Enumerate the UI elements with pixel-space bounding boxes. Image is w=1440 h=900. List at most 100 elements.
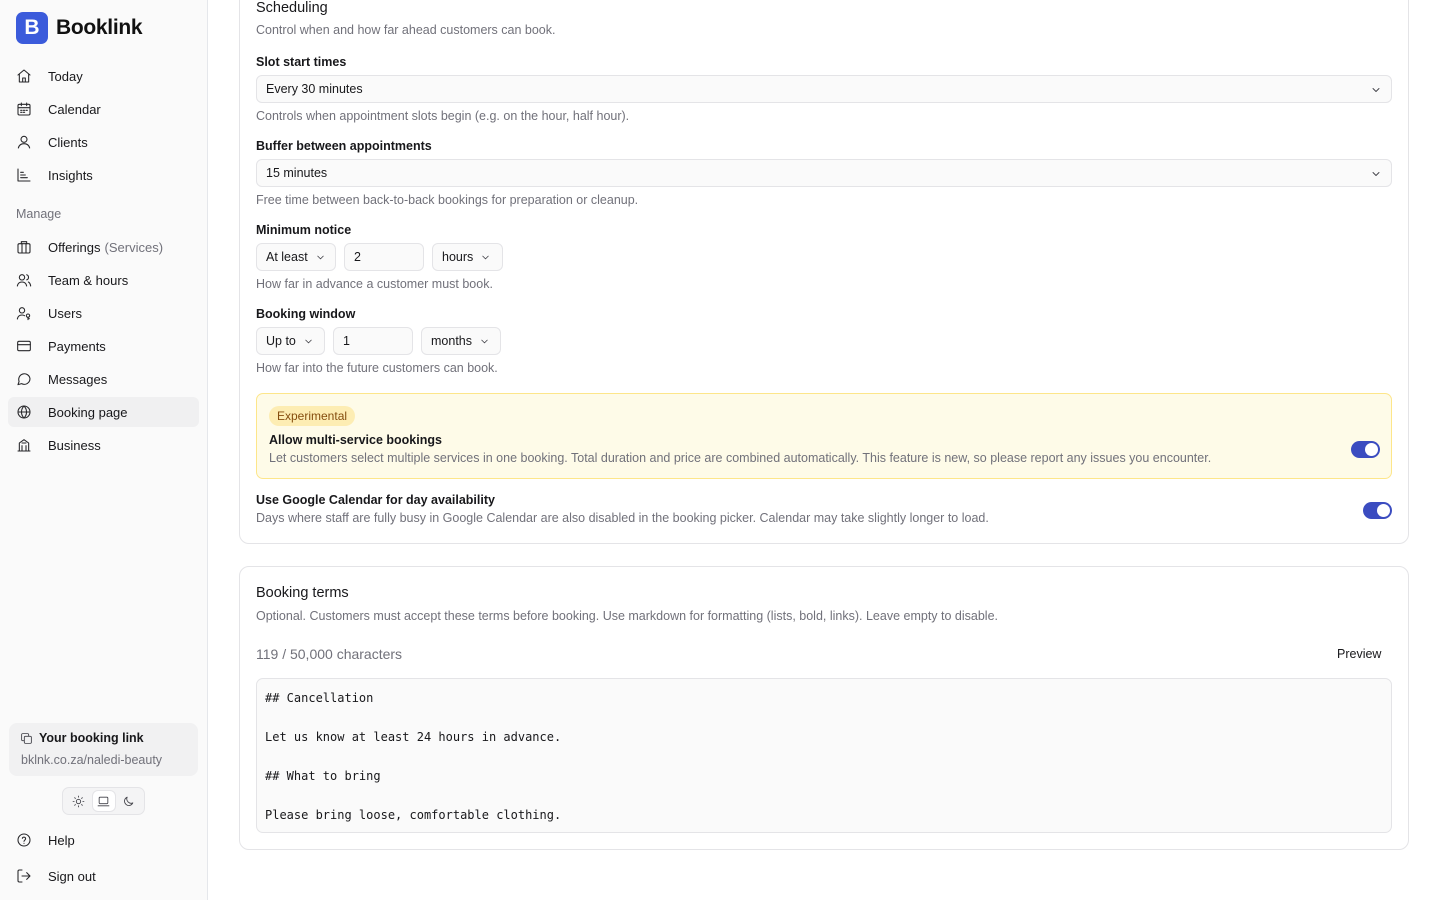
booking-terms-description: Optional. Customers must accept these te… xyxy=(256,609,998,623)
nav-label: Booking page xyxy=(48,404,128,420)
nav-label: Messages xyxy=(48,371,108,387)
theme-light-button[interactable] xyxy=(68,791,90,811)
terms-line xyxy=(265,748,1383,768)
message-icon xyxy=(16,371,32,387)
laptop-icon xyxy=(97,796,110,806)
booking-link-title: Your booking link xyxy=(39,731,144,745)
brand[interactable]: B Booklink xyxy=(16,12,143,44)
chevron-down-icon xyxy=(480,252,491,263)
booking-link-url[interactable]: bklnk.co.za/naledi-beauty xyxy=(21,753,162,767)
booking-terms-title: Booking terms xyxy=(256,585,349,601)
slot-start-label: Slot start times xyxy=(256,55,347,69)
nav-item-calendar[interactable]: Calendar xyxy=(8,94,199,124)
sign-out-icon xyxy=(16,868,32,884)
manage-section-title: Manage xyxy=(16,207,62,221)
help-circle-icon xyxy=(16,832,32,848)
home-icon xyxy=(16,68,32,84)
chevron-down-icon xyxy=(315,252,326,263)
booking-link-card[interactable]: Your booking link bklnk.co.za/naledi-bea… xyxy=(9,723,198,776)
terms-line: ## What to bring xyxy=(265,769,381,783)
theme-switch xyxy=(62,787,145,815)
nav-item-team-hours[interactable]: Team & hours xyxy=(8,265,199,295)
booking-terms-textarea[interactable]: ## Cancellation Let us know at least 24 … xyxy=(256,678,1392,833)
booking-window-qualifier: Up to xyxy=(266,334,296,348)
chevron-down-icon xyxy=(479,336,490,347)
experimental-badge: Experimental xyxy=(269,406,356,426)
google-calendar-help: Days where staff are fully busy in Googl… xyxy=(256,511,989,525)
toggle-knob xyxy=(1377,504,1390,517)
preview-button[interactable]: Preview xyxy=(1329,643,1389,665)
buffer-label: Buffer between appointments xyxy=(256,139,432,153)
brand-logo: B xyxy=(16,12,48,44)
min-notice-unit: hours xyxy=(442,250,474,264)
copy-icon[interactable] xyxy=(20,732,33,745)
globe-icon xyxy=(16,404,32,420)
nav-label: Insights xyxy=(48,167,93,183)
nav-label: Users xyxy=(48,305,82,321)
nav-item-offerings[interactable]: Offerings (Services) xyxy=(8,232,199,262)
nav-label: Sign out xyxy=(48,868,96,884)
nav-item-sign-out[interactable]: Sign out xyxy=(8,861,199,891)
user-key-icon xyxy=(16,305,32,321)
chart-icon xyxy=(16,167,32,183)
booking-window-qualifier-select[interactable]: Up to xyxy=(256,327,325,355)
buffer-select[interactable]: 15 minutes xyxy=(256,159,1392,187)
multi-service-help: Let customers select multiple services i… xyxy=(269,451,1212,465)
calendar-icon xyxy=(16,101,32,117)
slot-start-select[interactable]: Every 30 minutes xyxy=(256,75,1392,103)
nav-item-payments[interactable]: Payments xyxy=(8,331,199,361)
nav-label: Clients xyxy=(48,134,88,150)
booking-window-unit-select[interactable]: months xyxy=(421,327,501,355)
brand-name: Booklink xyxy=(56,16,143,39)
nav-item-clients[interactable]: Clients xyxy=(8,127,199,157)
scheduling-title: Scheduling xyxy=(256,0,328,16)
chevron-down-icon xyxy=(303,336,314,347)
terms-line: ## Cancellation xyxy=(265,691,374,705)
multi-service-toggle[interactable] xyxy=(1351,441,1380,458)
terms-line xyxy=(265,709,1383,729)
min-notice-amount-input[interactable] xyxy=(344,243,424,271)
sidebar: B Booklink Today Calendar Clients Insigh… xyxy=(0,0,208,900)
multi-service-label: Allow multi-service bookings xyxy=(269,433,442,447)
users-icon xyxy=(16,272,32,288)
nav-label: Help xyxy=(48,832,75,848)
theme-dark-button[interactable] xyxy=(118,791,140,811)
user-icon xyxy=(16,134,32,150)
min-notice-label: Minimum notice xyxy=(256,223,352,237)
nav-label: Offerings xyxy=(48,239,101,255)
building-icon xyxy=(16,437,32,453)
min-notice-qualifier: At least xyxy=(266,250,308,264)
nav-label: Team & hours xyxy=(48,272,129,288)
nav-item-business[interactable]: Business xyxy=(8,430,199,460)
chevron-down-icon xyxy=(1370,168,1382,180)
nav-item-booking-page[interactable]: Booking page xyxy=(8,397,199,427)
nav-label: Business xyxy=(48,437,101,453)
slot-start-value: Every 30 minutes xyxy=(266,82,363,96)
scheduling-description: Control when and how far ahead customers… xyxy=(256,23,556,37)
nav-item-messages[interactable]: Messages xyxy=(8,364,199,394)
min-notice-unit-select[interactable]: hours xyxy=(432,243,503,271)
google-calendar-label: Use Google Calendar for day availability xyxy=(256,493,495,507)
booking-window-amount-input[interactable] xyxy=(333,327,413,355)
google-calendar-toggle[interactable] xyxy=(1363,502,1392,519)
nav-item-today[interactable]: Today xyxy=(8,61,199,91)
theme-system-button[interactable] xyxy=(92,791,115,811)
booking-link-title-row: Your booking link xyxy=(20,731,144,745)
nav-sublabel: (Services) xyxy=(104,239,164,255)
nav-label: Today xyxy=(48,68,83,84)
buffer-help: Free time between back-to-back bookings … xyxy=(256,193,639,207)
nav-item-users[interactable]: Users xyxy=(8,298,199,328)
nav-label: Payments xyxy=(48,338,106,354)
experimental-panel: Experimental Allow multi-service booking… xyxy=(256,393,1392,479)
terms-line: Let us know at least 24 hours in advance… xyxy=(265,730,562,744)
slot-start-help: Controls when appointment slots begin (e… xyxy=(256,109,630,123)
nav-item-help[interactable]: Help xyxy=(8,825,199,855)
min-notice-qualifier-select[interactable]: At least xyxy=(256,243,336,271)
credit-card-icon xyxy=(16,338,32,354)
nav-item-insights[interactable]: Insights xyxy=(8,160,199,190)
character-count: 119 / 50,000 characters xyxy=(256,646,403,662)
terms-line: Please bring loose, comfortable clothing… xyxy=(265,808,562,822)
terms-line xyxy=(265,787,1383,807)
booking-window-label: Booking window xyxy=(256,307,356,321)
buffer-value: 15 minutes xyxy=(266,166,328,180)
